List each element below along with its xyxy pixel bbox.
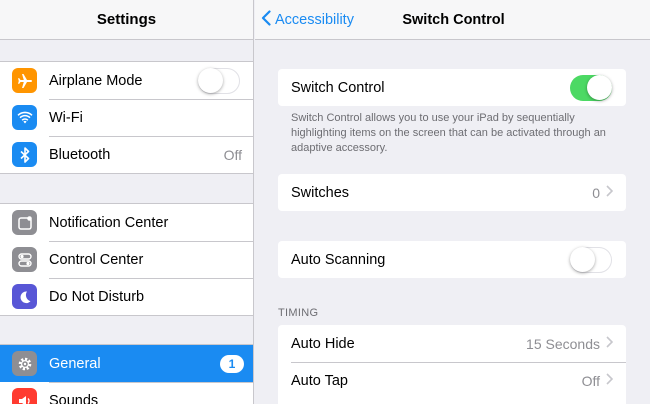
switches-card: Switches 0 bbox=[278, 174, 626, 211]
nav-bar: Accessibility Switch Control bbox=[255, 0, 650, 40]
wifi-icon bbox=[12, 105, 37, 130]
sidebar-item-label: Wi-Fi bbox=[49, 109, 83, 126]
auto-scanning-row: Auto Scanning bbox=[278, 241, 626, 278]
sidebar-item-general[interactable]: General 1 bbox=[0, 345, 253, 382]
notification-center-icon bbox=[12, 210, 37, 235]
gear-icon bbox=[12, 351, 37, 376]
auto-hide-row[interactable]: Auto Hide 15 Seconds bbox=[278, 325, 626, 362]
bluetooth-icon bbox=[12, 142, 37, 167]
sidebar-title: Settings bbox=[0, 0, 253, 40]
sidebar-item-bluetooth[interactable]: Bluetooth Off bbox=[0, 136, 253, 173]
update-badge: 1 bbox=[220, 354, 244, 373]
switch-control-panel: Accessibility Switch Control Switch Cont… bbox=[255, 0, 650, 404]
airplane-icon bbox=[12, 68, 37, 93]
sidebar-item-label: Bluetooth bbox=[49, 146, 111, 163]
auto-scanning-card: Auto Scanning bbox=[278, 241, 626, 278]
sidebar-item-do-not-disturb[interactable]: Do Not Disturb bbox=[0, 278, 253, 315]
switches-row[interactable]: Switches 0 bbox=[278, 174, 626, 211]
speaker-icon bbox=[12, 388, 37, 404]
sidebar-item-notification-center[interactable]: Notification Center bbox=[0, 204, 253, 241]
sidebar-item-airplane-mode[interactable]: Airplane Mode bbox=[0, 62, 253, 99]
sidebar-item-sounds[interactable]: Sounds bbox=[0, 382, 253, 404]
switch-control-card: Switch Control bbox=[278, 69, 626, 106]
page-title: Switch Control bbox=[402, 12, 505, 28]
sidebar-item-label: General bbox=[49, 355, 101, 372]
switch-control-description: Switch Control allows you to use your iP… bbox=[291, 112, 606, 154]
timing-card: Auto Hide 15 Seconds Auto Tap Off bbox=[278, 325, 626, 404]
airplane-mode-toggle[interactable] bbox=[198, 67, 240, 94]
sidebar-item-wifi[interactable]: Wi-Fi bbox=[0, 99, 253, 136]
moon-icon bbox=[12, 284, 37, 309]
chevron-right-icon bbox=[606, 184, 614, 202]
auto-tap-value: Off bbox=[581, 372, 600, 389]
bluetooth-status: Off bbox=[223, 146, 242, 163]
sidebar-item-label: Do Not Disturb bbox=[49, 288, 145, 305]
sidebar-item-label: Airplane Mode bbox=[49, 72, 143, 89]
sidebar-item-label: Control Center bbox=[49, 251, 144, 268]
sidebar-item-label: Sounds bbox=[49, 392, 99, 404]
auto-hide-value: 15 Seconds bbox=[526, 335, 600, 352]
sidebar-group-general: General 1 Sounds bbox=[0, 344, 253, 404]
chevron-right-icon bbox=[606, 372, 614, 390]
auto-tap-label: Auto Tap bbox=[291, 372, 348, 389]
switch-control-toggle[interactable] bbox=[570, 74, 612, 101]
auto-scanning-label: Auto Scanning bbox=[291, 251, 386, 268]
sidebar-group-centers: Notification Center Control Center Do No… bbox=[0, 203, 253, 316]
switches-count: 0 bbox=[592, 184, 600, 201]
timing-section-header: TIMING bbox=[278, 307, 319, 319]
chevron-right-icon bbox=[606, 335, 614, 353]
auto-tap-row[interactable]: Auto Tap Off bbox=[278, 362, 626, 399]
sidebar-item-control-center[interactable]: Control Center bbox=[0, 241, 253, 278]
settings-sidebar: Settings Airplane Mode Wi-Fi Bluetooth O… bbox=[0, 0, 254, 404]
sidebar-group-connectivity: Airplane Mode Wi-Fi Bluetooth Off bbox=[0, 61, 253, 174]
sidebar-item-label: Notification Center bbox=[49, 214, 169, 231]
switch-control-row: Switch Control bbox=[278, 69, 626, 106]
control-center-icon bbox=[12, 247, 37, 272]
switches-label: Switches bbox=[291, 184, 350, 201]
auto-scanning-toggle[interactable] bbox=[570, 246, 612, 273]
switch-control-label: Switch Control bbox=[291, 79, 385, 96]
auto-hide-label: Auto Hide bbox=[291, 335, 355, 352]
